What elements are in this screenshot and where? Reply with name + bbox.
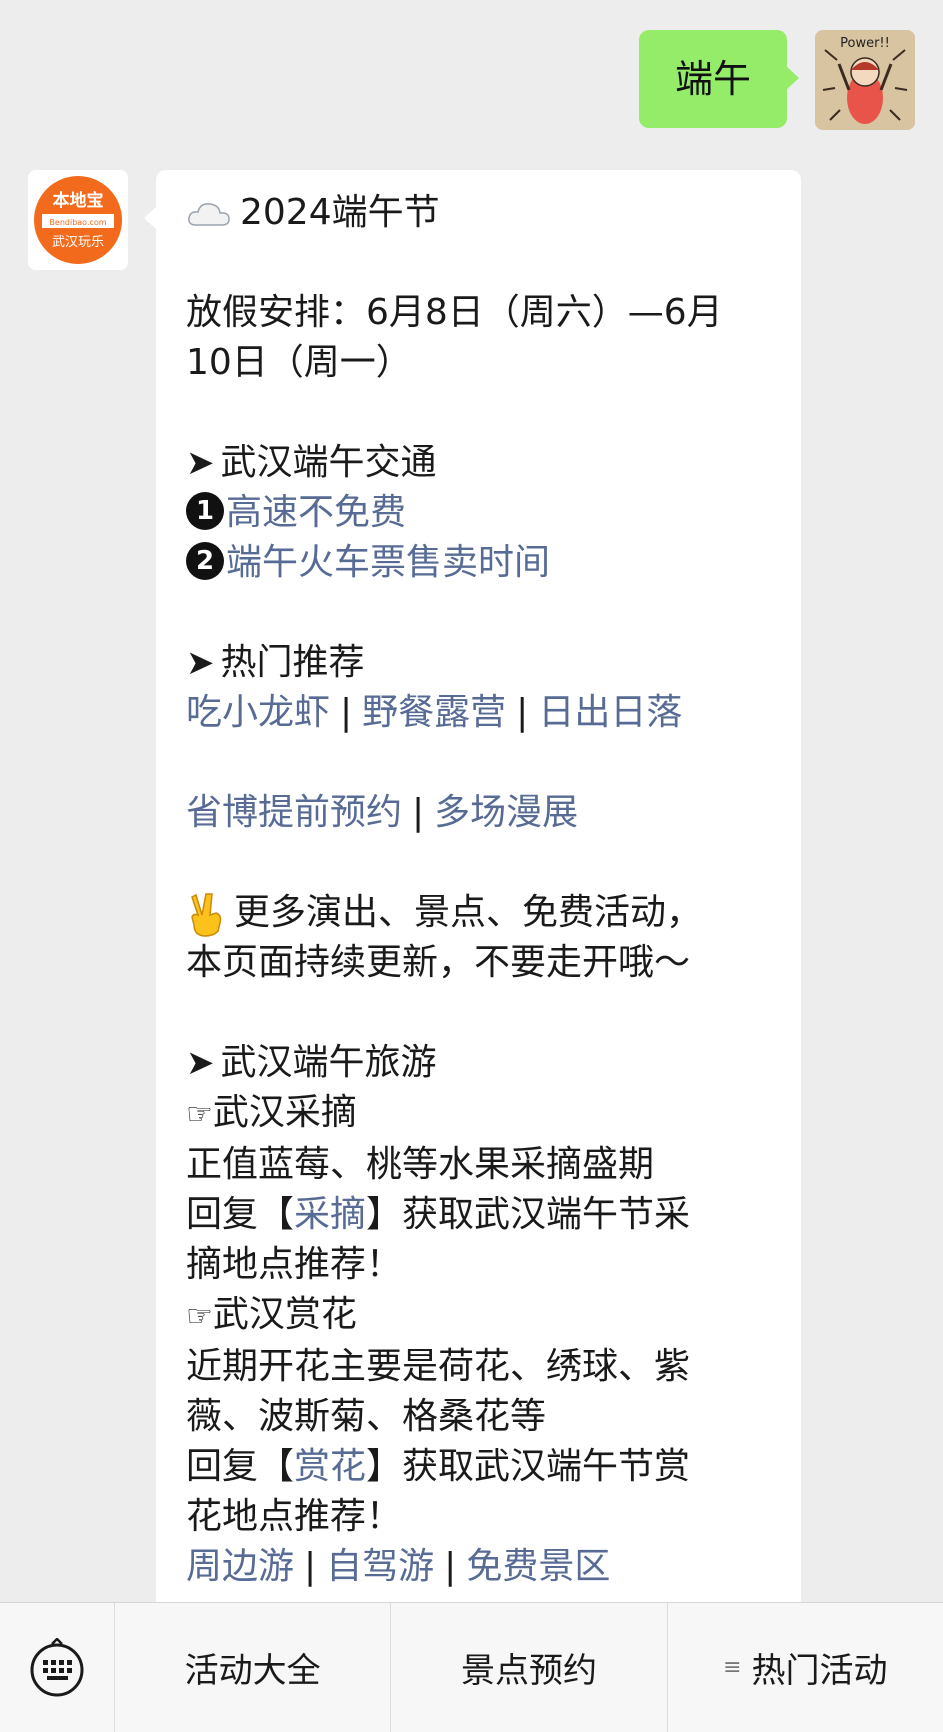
separator: | [340, 692, 353, 733]
flowers-title: 武汉赏花 [212, 1294, 357, 1335]
reply-prefix: 回复【 [186, 1446, 295, 1487]
menu-activities-label: 活动大全 [184, 1651, 321, 1691]
number-badge-icon: 1 [186, 492, 224, 530]
separator: | [304, 1546, 317, 1587]
holiday-line-2: 10日（周一） [186, 342, 412, 383]
menu-activities[interactable]: 活动大全 [115, 1603, 392, 1732]
separator: | [516, 692, 529, 733]
submenu-lines-icon: ≡ [723, 1655, 742, 1680]
flowers-reply-line-2: 花地点推荐！ [186, 1496, 403, 1537]
menu-scenic-booking[interactable]: 景点预约 [391, 1603, 668, 1732]
outgoing-message-bubble[interactable]: 端午 [638, 30, 800, 128]
picking-title: 武汉采摘 [212, 1092, 357, 1133]
reply-suffix: 】获取武汉端午节采 [366, 1194, 691, 1235]
traffic-heading-line: ➤ 武汉端午交通 [186, 438, 775, 488]
traffic-item-2: 2 端午火车票售卖时间 [186, 538, 775, 588]
link-train-ticket-time[interactable]: 端午火车票售卖时间 [226, 542, 550, 583]
flowers-reply-line: 回复【赏花】获取武汉端午节赏 [186, 1442, 775, 1492]
link-museum-booking[interactable]: 省博提前预约 [186, 792, 402, 833]
official-account-avatar[interactable]: 本地宝 Bendibao.com 武汉玩乐 [28, 170, 128, 270]
picking-title-line: ☞武汉采摘 [186, 1088, 775, 1140]
chat-screen: 端午 Power!! 本地宝 Bendibao.com 武汉玩乐 2024端午节… [0, 0, 943, 1732]
traffic-item-1: 1 高速不免费 [186, 488, 775, 538]
hot-links-row-1: 吃小龙虾 | 野餐露营 | 日出日落 [186, 688, 775, 738]
keyboard-toggle-button[interactable] [0, 1603, 115, 1732]
arrow-icon: ➤ [186, 443, 215, 483]
travel-heading: 武汉端午旅游 [220, 1042, 437, 1083]
outgoing-message-text: 端午 [674, 57, 751, 101]
pointing-hand-icon: ☞ [186, 1299, 213, 1334]
arrow-icon: ➤ [186, 1043, 215, 1083]
logo-brand-text: 本地宝 [53, 190, 104, 211]
menu-scenic-booking-label: 景点预约 [460, 1651, 597, 1691]
link-comic-expo[interactable]: 多场漫展 [434, 792, 578, 833]
separator: | [412, 792, 425, 833]
picking-reply-line: 回复【采摘】获取武汉端午节采 [186, 1190, 775, 1240]
reply-prefix: 回复【 [186, 1194, 295, 1235]
picking-reply-line-2: 摘地点推荐！ [186, 1244, 403, 1285]
flowers-title-line: ☞武汉赏花 [186, 1290, 775, 1342]
traffic-heading: 武汉端午交通 [220, 442, 437, 483]
hot-links-row-2: 省博提前预约 | 多场漫展 [186, 788, 775, 838]
pointing-hand-icon: ☞ [186, 1097, 213, 1132]
arrow-icon: ➤ [186, 643, 215, 683]
cloud-icon [188, 203, 230, 226]
user-avatar-caption: Power!! [840, 36, 890, 51]
separator: | [444, 1546, 457, 1587]
link-self-drive[interactable]: 自驾游 [326, 1546, 434, 1587]
bottom-menu-bar: 活动大全 景点预约 ≡ 热门活动 [0, 1602, 943, 1732]
flowers-desc-2: 薇、波斯菊、格桑花等 [186, 1396, 547, 1437]
travel-heading-line: ➤ 武汉端午旅游 [186, 1038, 775, 1088]
message-title: 2024端午节 [240, 192, 440, 233]
more-line-1: 更多演出、景点、免费活动， [186, 888, 775, 938]
reply-suffix: 】获取武汉端午节赏 [366, 1446, 691, 1487]
flowers-desc-1: 近期开花主要是荷花、绣球、紫 [186, 1346, 691, 1387]
user-avatar-image: Power!! [815, 30, 915, 130]
logo-sub-text: 武汉玩乐 [52, 235, 104, 250]
logo-domain-text: Bendibao.com [49, 218, 106, 227]
picking-desc: 正值蓝莓、桃等水果采摘盛期 [186, 1144, 655, 1185]
hot-heading: 热门推荐 [220, 642, 365, 683]
link-picnic-camping[interactable]: 野餐露营 [362, 692, 506, 733]
message-title-line: 2024端午节 [186, 188, 775, 238]
more-text-1: 更多演出、景点、免费活动， [234, 892, 703, 933]
victory-hand-icon [191, 893, 222, 937]
user-avatar[interactable]: Power!! [815, 30, 915, 130]
holiday-line-1: 放假安排：6月8日（周六）—6月 [186, 292, 723, 333]
menu-hot-activities[interactable]: ≡ 热门活动 [668, 1603, 943, 1732]
keyboard-icon [30, 1637, 84, 1696]
link-highway-not-free[interactable]: 高速不免费 [226, 492, 406, 533]
incoming-message-bubble: 2024端午节 放假安排：6月8日（周六）—6月 10日（周一） ➤ 武汉端午交通… [144, 170, 801, 1732]
link-nearby-trip[interactable]: 周边游 [186, 1546, 294, 1587]
trip-links-row: 周边游 | 自驾游 | 免费景区 [186, 1542, 775, 1592]
link-crayfish[interactable]: 吃小龙虾 [186, 692, 330, 733]
number-badge-icon: 2 [186, 542, 224, 580]
menu-hot-activities-label: 热门活动 [751, 1651, 888, 1691]
bendibao-logo: 本地宝 Bendibao.com 武汉玩乐 [28, 170, 128, 270]
link-free-scenic[interactable]: 免费景区 [466, 1546, 610, 1587]
hot-heading-line: ➤ 热门推荐 [186, 638, 775, 688]
keyword-picking[interactable]: 采摘 [294, 1194, 366, 1235]
more-line-2: 本页面持续更新，不要走开哦～ [186, 942, 691, 983]
keyword-flowers[interactable]: 赏花 [294, 1446, 366, 1487]
link-sunrise-sunset[interactable]: 日出日落 [538, 692, 682, 733]
outgoing-message-row: 端午 Power!! [638, 30, 915, 130]
